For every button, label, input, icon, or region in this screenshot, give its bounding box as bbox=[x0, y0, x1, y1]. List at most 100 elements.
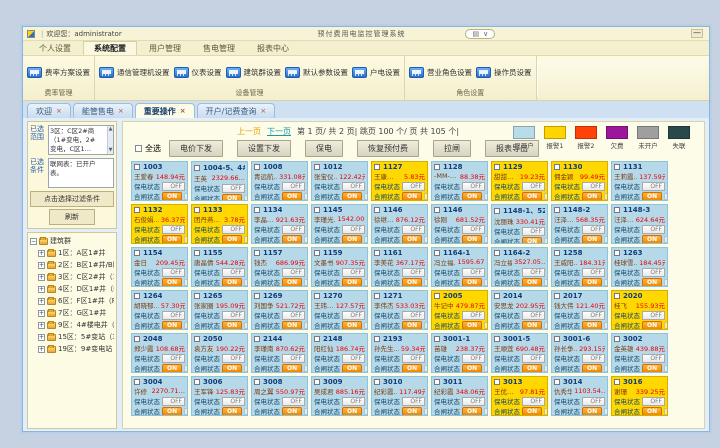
card-checkbox[interactable] bbox=[434, 250, 440, 256]
card-checkbox[interactable] bbox=[614, 379, 620, 385]
selected-range-list[interactable]: ▲▼ 3区：C区2#商（1#变电，2#变电，C区1… bbox=[48, 125, 114, 155]
ribbon-tab-系统配置[interactable]: 系统配置 bbox=[83, 41, 137, 55]
card-checkbox[interactable] bbox=[494, 336, 500, 342]
card-checkbox[interactable] bbox=[494, 208, 500, 214]
tree-root[interactable]: −建筑群 bbox=[30, 236, 114, 246]
ribbon-button-营业角色设置[interactable]: 营业角色设置 bbox=[409, 67, 472, 78]
card-checkbox[interactable] bbox=[554, 293, 560, 299]
card-checkbox[interactable] bbox=[314, 336, 320, 342]
expand-icon[interactable]: + bbox=[38, 286, 45, 293]
ribbon-tab-用户管理[interactable]: 用户管理 bbox=[139, 42, 191, 55]
card-checkbox[interactable] bbox=[614, 164, 620, 170]
scrollbar[interactable]: ▲▼ bbox=[107, 126, 113, 154]
ribbon-button-操作员设置[interactable]: 操作员设置 bbox=[476, 67, 532, 78]
card-checkbox[interactable] bbox=[434, 207, 440, 213]
expand-icon[interactable]: + bbox=[38, 334, 45, 341]
card-checkbox[interactable] bbox=[494, 164, 500, 170]
toolbar-button-保电[interactable]: 保电 bbox=[305, 140, 343, 157]
card-checkbox[interactable] bbox=[194, 379, 200, 385]
ribbon-tab-个人设置[interactable]: 个人设置 bbox=[29, 42, 81, 55]
expand-icon[interactable]: + bbox=[38, 310, 45, 317]
card-checkbox[interactable] bbox=[194, 207, 200, 213]
card-checkbox[interactable] bbox=[494, 293, 500, 299]
ribbon-button-通信管理机设置[interactable]: 通信管理机设置 bbox=[99, 67, 170, 78]
card-checkbox[interactable] bbox=[254, 379, 260, 385]
expand-icon[interactable]: + bbox=[38, 346, 45, 353]
card-checkbox[interactable] bbox=[434, 379, 440, 385]
selected-condition-list[interactable]: 联网表：已开户表。 bbox=[48, 158, 114, 188]
tree-item[interactable]: +19区：9#变电站（3… bbox=[30, 344, 114, 354]
tree-item[interactable]: +15区：5#变站（3#… bbox=[30, 332, 114, 342]
toolbar-button-拉闸[interactable]: 拉闸 bbox=[433, 140, 471, 157]
refresh-button[interactable]: 刷新 bbox=[49, 209, 95, 225]
card-checkbox[interactable] bbox=[194, 165, 200, 171]
card-checkbox[interactable] bbox=[134, 379, 140, 385]
tree-item[interactable]: +4区：D区1#井（D区… bbox=[30, 284, 114, 294]
expand-icon[interactable]: + bbox=[38, 250, 45, 257]
card-checkbox[interactable] bbox=[434, 293, 440, 299]
close-icon[interactable]: × bbox=[260, 107, 266, 115]
choose-filter-button[interactable]: 点击选择过滤条件 bbox=[30, 191, 114, 207]
doc-tab-重要操作[interactable]: 重要操作× bbox=[135, 103, 195, 118]
doc-tab-能管售电[interactable]: 能管售电× bbox=[73, 103, 133, 118]
doc-tab-欢迎[interactable]: 欢迎× bbox=[27, 103, 71, 118]
card-checkbox[interactable] bbox=[554, 250, 560, 256]
expand-icon[interactable]: + bbox=[38, 322, 45, 329]
tree-item[interactable]: +6区：F区1#井（F区… bbox=[30, 296, 114, 306]
tree-item[interactable]: +2区：B区1#井/B区1… bbox=[30, 260, 114, 270]
select-all-checkbox[interactable] bbox=[135, 145, 142, 152]
card-checkbox[interactable] bbox=[494, 379, 500, 385]
ribbon-button-仪表设置[interactable]: 仪表设置 bbox=[174, 67, 222, 78]
card-checkbox[interactable] bbox=[314, 379, 320, 385]
next-page-link[interactable]: 下一页 bbox=[267, 126, 291, 137]
ribbon-tab-售电管理[interactable]: 售电管理 bbox=[193, 42, 245, 55]
tree-item[interactable]: +1区：A区1#井 bbox=[30, 248, 114, 258]
tree-item[interactable]: +3区：C区2#井（1#… bbox=[30, 272, 114, 282]
card-checkbox[interactable] bbox=[614, 250, 620, 256]
card-checkbox[interactable] bbox=[374, 336, 380, 342]
card-checkbox[interactable] bbox=[554, 336, 560, 342]
ribbon-button-户电设置[interactable]: 户电设置 bbox=[352, 67, 400, 78]
card-checkbox[interactable] bbox=[134, 336, 140, 342]
card-checkbox[interactable] bbox=[374, 250, 380, 256]
panel-toggle-dropdown[interactable]: ▤ ∨ bbox=[465, 29, 495, 39]
card-checkbox[interactable] bbox=[614, 207, 620, 213]
card-checkbox[interactable] bbox=[314, 207, 320, 213]
card-checkbox[interactable] bbox=[314, 250, 320, 256]
expand-icon[interactable]: + bbox=[38, 262, 45, 269]
card-checkbox[interactable] bbox=[194, 293, 200, 299]
card-checkbox[interactable] bbox=[314, 164, 320, 170]
card-checkbox[interactable] bbox=[194, 336, 200, 342]
card-checkbox[interactable] bbox=[374, 207, 380, 213]
card-checkbox[interactable] bbox=[254, 207, 260, 213]
ribbon-button-费率方案设置[interactable]: 费率方案设置 bbox=[27, 67, 90, 78]
close-icon[interactable]: × bbox=[180, 107, 186, 115]
ribbon-button-默认参数设置[interactable]: 默认参数设置 bbox=[285, 67, 348, 78]
toolbar-button-恢复预付费[interactable]: 恢复预付费 bbox=[357, 140, 419, 157]
card-checkbox[interactable] bbox=[374, 379, 380, 385]
card-checkbox[interactable] bbox=[374, 293, 380, 299]
card-checkbox[interactable] bbox=[614, 336, 620, 342]
toolbar-button-设置下发[interactable]: 设置下发 bbox=[237, 140, 291, 157]
card-checkbox[interactable] bbox=[254, 293, 260, 299]
card-checkbox[interactable] bbox=[134, 164, 140, 170]
tree-item[interactable]: +7区：G区1#井 bbox=[30, 308, 114, 318]
card-checkbox[interactable] bbox=[134, 207, 140, 213]
card-checkbox[interactable] bbox=[134, 250, 140, 256]
card-checkbox[interactable] bbox=[494, 250, 500, 256]
close-icon[interactable]: × bbox=[56, 107, 62, 115]
card-checkbox[interactable] bbox=[434, 164, 440, 170]
doc-tab-开户/记费查询[interactable]: 开户/记费查询× bbox=[197, 103, 276, 118]
card-checkbox[interactable] bbox=[554, 207, 560, 213]
card-checkbox[interactable] bbox=[254, 336, 260, 342]
card-checkbox[interactable] bbox=[554, 379, 560, 385]
ribbon-button-建筑群设置[interactable]: 建筑群设置 bbox=[226, 67, 282, 78]
expand-icon[interactable]: + bbox=[38, 274, 45, 281]
ribbon-tab-报表中心[interactable]: 报表中心 bbox=[247, 42, 299, 55]
expand-icon[interactable]: + bbox=[38, 298, 45, 305]
card-checkbox[interactable] bbox=[314, 293, 320, 299]
toolbar-button-电价下发[interactable]: 电价下发 bbox=[169, 140, 223, 157]
card-checkbox[interactable] bbox=[434, 336, 440, 342]
card-checkbox[interactable] bbox=[554, 164, 560, 170]
minimize-button[interactable]: — bbox=[691, 29, 703, 38]
